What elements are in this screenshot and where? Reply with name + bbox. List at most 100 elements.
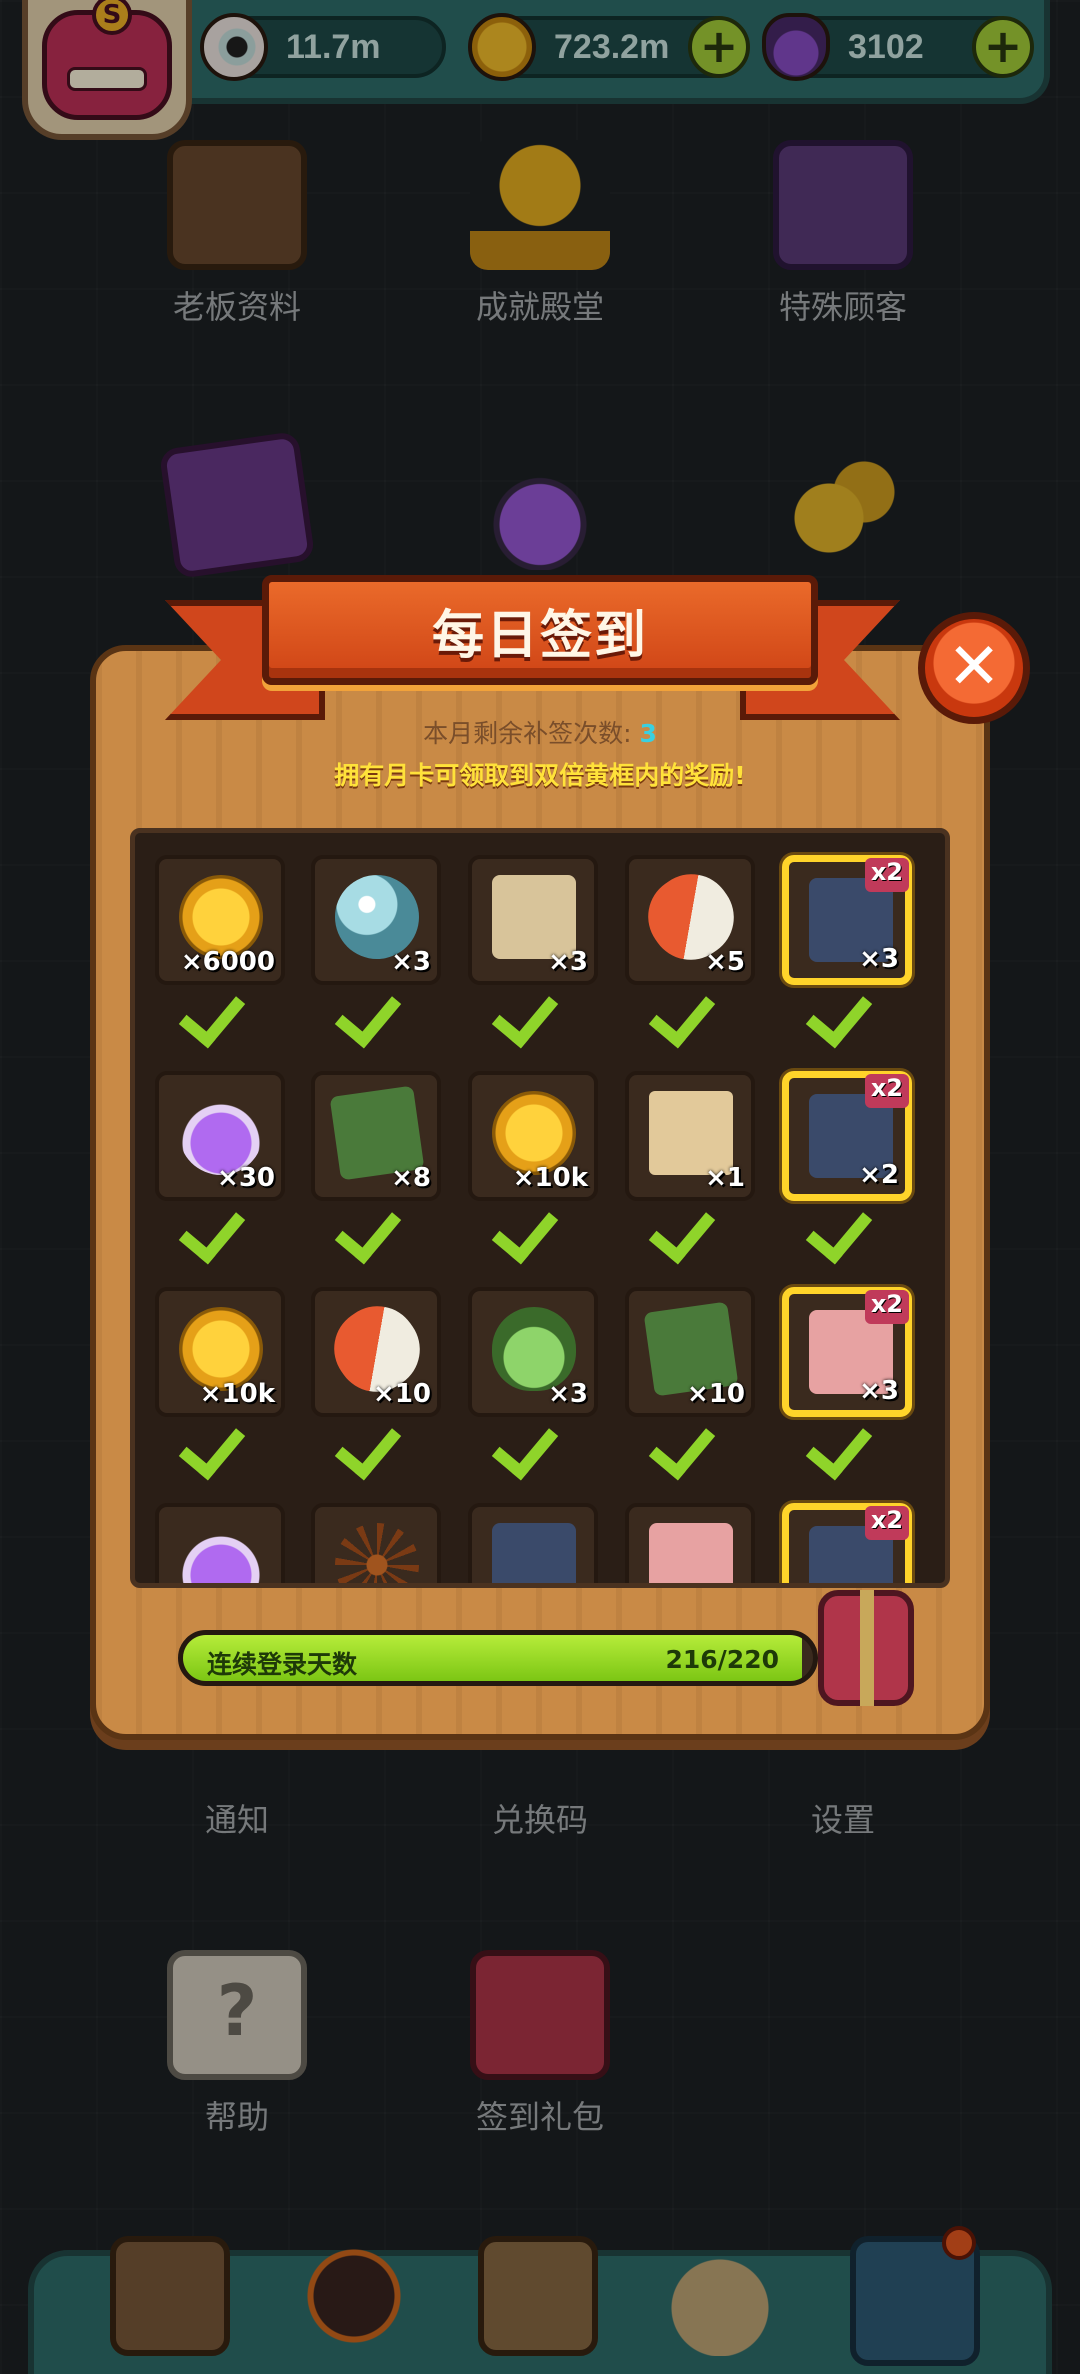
reward-quantity: ×5 — [705, 947, 745, 977]
reward-slot[interactable]: ×3 — [468, 855, 598, 985]
reward-slot[interactable]: ×10 — [311, 1287, 441, 1417]
login-streak-value: 216/220 — [665, 1645, 779, 1674]
eyes-value: 11.7m — [286, 27, 381, 66]
reward-grid[interactable]: ×6000 ×3 ×3 ×5 ×3 x2 ×30 ×8 ×10k ×1 ×2 x2 ×10k ×10 ×3 ×… — [130, 828, 950, 1588]
customer-portrait-icon — [773, 140, 913, 270]
add-coins-button[interactable]: + — [688, 16, 750, 78]
reward-slot[interactable]: ×2 x2 — [782, 1071, 912, 1201]
menu-label: 签到礼包 — [475, 2098, 604, 2136]
menu-help[interactable]: ? 帮助 — [117, 1950, 357, 2138]
nav-monster-icon[interactable] — [294, 2236, 414, 2356]
eyes-resource: 11.7m — [200, 13, 446, 81]
menu-redeem-code[interactable]: 兑换码 — [420, 1795, 660, 1841]
title-ribbon: 每日签到 — [262, 575, 818, 685]
reward-slot[interactable]: ×10k — [468, 1071, 598, 1201]
add-potions-button[interactable]: + — [972, 16, 1034, 78]
claimed-check-icon — [185, 1211, 245, 1241]
question-mark-icon: ? — [167, 1950, 307, 2080]
reward-slot[interactable]: ×3 x2 — [782, 1287, 912, 1417]
reward-slot[interactable]: ×8 — [311, 1071, 441, 1201]
reward-slot[interactable]: ×10 — [625, 1287, 755, 1417]
reward-slot[interactable] — [468, 1503, 598, 1583]
claimed-check-icon — [341, 1211, 401, 1241]
modal-title: 每日签到 — [431, 605, 648, 666]
reward-slot[interactable] — [155, 1503, 285, 1583]
claimed-check-icon — [655, 995, 715, 1025]
menu-potion-shop[interactable] — [420, 440, 660, 582]
menu-sign-in-gift[interactable]: 签到礼包 — [420, 1950, 660, 2138]
makeup-count-text: 本月剩余补签次数: 3 — [0, 714, 1080, 750]
reward-slot[interactable]: ×1 — [625, 1071, 755, 1201]
login-streak-label: 连续登录天数 — [207, 1650, 358, 1679]
profile-board-icon — [167, 140, 307, 270]
nav-book-icon[interactable] — [478, 2236, 598, 2356]
reward-quantity: ×10 — [687, 1379, 745, 1409]
menu-special-customers[interactable]: 特殊顾客 — [723, 140, 963, 328]
menu-label: 通知 — [204, 1801, 269, 1839]
monster-card-icon — [492, 1523, 576, 1583]
reward-quantity: ×10k — [512, 1163, 588, 1193]
claimed-check-icon — [655, 1427, 715, 1457]
reward-row: x2 — [155, 1481, 935, 1583]
menu-label: 特殊顾客 — [778, 288, 907, 326]
coins-resource: 723.2m + — [468, 13, 750, 81]
reward-quantity: ×8 — [391, 1163, 431, 1193]
reward-row: ×6000 ×3 ×3 ×5 ×3 x2 — [155, 833, 935, 1033]
claimed-check-icon — [498, 1427, 558, 1457]
close-button[interactable]: ✕ — [918, 612, 1030, 724]
reward-slot[interactable]: ×3 — [311, 855, 441, 985]
nav-coin-bag-icon[interactable] — [660, 2236, 780, 2356]
claimed-check-icon — [812, 1211, 872, 1241]
streak-gift-box-icon[interactable] — [818, 1590, 914, 1706]
potions-value: 3102 — [848, 27, 924, 66]
reward-slot[interactable]: x2 — [782, 1503, 912, 1583]
reward-quantity: ×10 — [373, 1379, 431, 1409]
reward-row: ×30 ×8 ×10k ×1 ×2 x2 — [155, 1049, 935, 1249]
reward-quantity: ×1 — [705, 1163, 745, 1193]
reward-slot[interactable]: ×30 — [155, 1071, 285, 1201]
menu-label: 帮助 — [204, 2098, 269, 2136]
double-reward-badge: x2 — [864, 858, 909, 892]
reward-slot[interactable]: ×3 — [468, 1287, 598, 1417]
coin-pile-icon — [773, 440, 913, 570]
reward-quantity: ×3 — [548, 1379, 588, 1409]
claimed-check-icon — [812, 1427, 872, 1457]
claimed-check-icon — [655, 1211, 715, 1241]
menu-card-shop[interactable] — [117, 430, 357, 582]
reward-slot[interactable]: ×3 x2 — [782, 855, 912, 985]
reward-quantity: ×10k — [199, 1379, 275, 1409]
s-rank-badge-icon: S — [92, 0, 132, 35]
bottles-icon — [470, 440, 610, 570]
boss-avatar[interactable]: S — [22, 0, 192, 140]
reward-row: ×10k ×10 ×3 ×10 ×3 x2 — [155, 1265, 935, 1465]
menu-notice[interactable]: 通知 — [117, 1795, 357, 1841]
notification-dot — [942, 2226, 976, 2260]
coins-value: 723.2m — [554, 27, 670, 66]
gift-box-icon — [470, 1950, 610, 2080]
nav-shop-icon[interactable] — [110, 2236, 230, 2356]
double-reward-badge: x2 — [864, 1074, 909, 1108]
claimed-check-icon — [498, 1211, 558, 1241]
potion-icon — [762, 13, 830, 81]
reward-quantity: ×3 — [859, 1376, 899, 1406]
coin-icon — [468, 13, 536, 81]
recipe-scroll-icon — [649, 1523, 733, 1583]
cards-icon — [158, 430, 316, 580]
reward-quantity: ×2 — [859, 1160, 899, 1190]
purple-potion-icon — [179, 1523, 263, 1583]
menu-coin-shop[interactable] — [723, 440, 963, 582]
reward-slot[interactable] — [311, 1503, 441, 1583]
menu-achievement-hall[interactable]: 成就殿堂 — [420, 140, 660, 328]
menu-label: 设置 — [810, 1801, 875, 1839]
menu-settings[interactable]: 设置 — [723, 1795, 963, 1841]
claimed-check-icon — [185, 1427, 245, 1457]
reward-slot[interactable]: ×6000 — [155, 855, 285, 985]
reward-slot[interactable]: ×10k — [155, 1287, 285, 1417]
reward-quantity: ×3 — [859, 944, 899, 974]
reward-slot[interactable] — [625, 1503, 755, 1583]
reward-slot[interactable]: ×5 — [625, 855, 755, 985]
claimed-check-icon — [812, 995, 872, 1025]
menu-boss-profile[interactable]: 老板资料 — [117, 140, 357, 328]
double-reward-badge: x2 — [864, 1290, 909, 1324]
claimed-check-icon — [341, 1427, 401, 1457]
